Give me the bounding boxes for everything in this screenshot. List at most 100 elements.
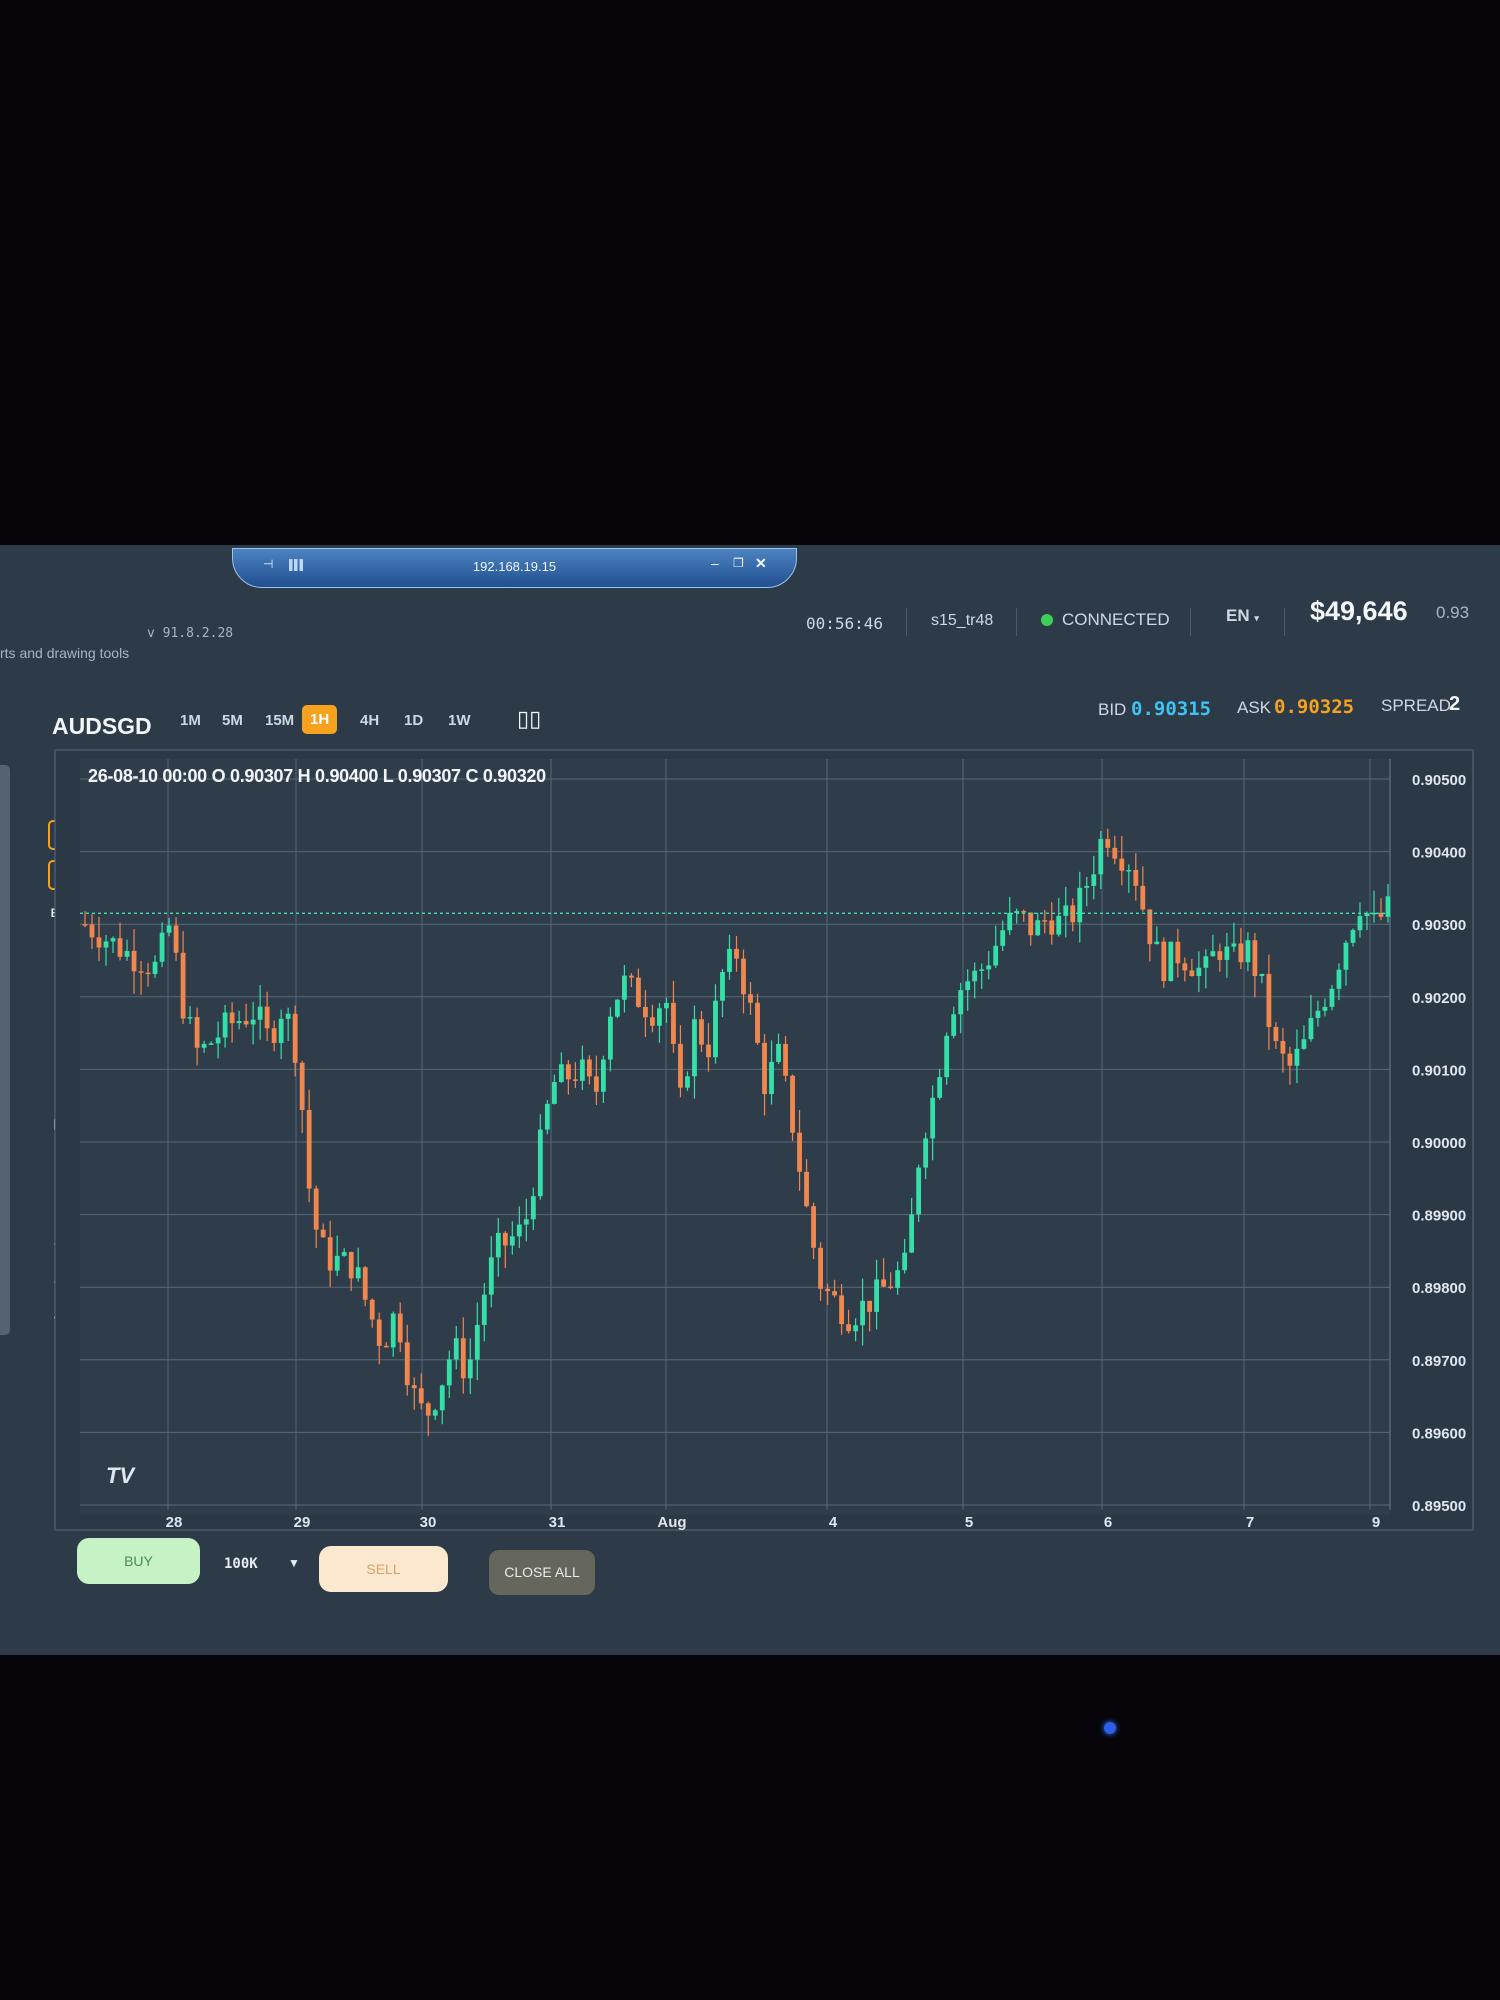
- tradingview-logo: TV: [106, 1463, 135, 1488]
- candle-body: [1112, 847, 1118, 859]
- x-tick-label: 9: [1372, 1514, 1380, 1531]
- candle-body: [1357, 916, 1363, 931]
- candle-body: [979, 969, 985, 971]
- candle-body: [769, 1061, 774, 1095]
- candle-body: [558, 1064, 564, 1083]
- candle-body: [811, 1206, 816, 1248]
- candle: [615, 999, 620, 1019]
- candle-body: [685, 1076, 690, 1088]
- candle-body: [82, 924, 88, 926]
- candle-body: [1021, 911, 1027, 913]
- plot-area: [80, 759, 1390, 1515]
- candle-body: [572, 1079, 578, 1081]
- sell-button[interactable]: SELL: [319, 1546, 448, 1592]
- candle-body: [741, 958, 746, 995]
- candle-body: [1077, 887, 1083, 923]
- candle-body: [320, 1229, 326, 1238]
- candle-body: [600, 1059, 606, 1092]
- x-tick-label: 29: [294, 1514, 311, 1531]
- candle-body: [453, 1338, 459, 1360]
- candle-body: [748, 994, 753, 1003]
- candle-body: [243, 1021, 249, 1025]
- candle-body: [173, 925, 179, 953]
- candle-body: [1350, 930, 1356, 943]
- candle-body: [593, 1076, 599, 1092]
- candle-body: [860, 1300, 865, 1326]
- candle-body: [1056, 915, 1062, 935]
- y-tick-label: 0.90100: [1412, 1062, 1466, 1079]
- price-chart[interactable]: 0.90500 0.90400 0.90300 0.90200 0.90100 0.900…: [0, 0, 1500, 2000]
- candle-body: [180, 952, 186, 1019]
- candle-body: [615, 999, 620, 1017]
- candle-body: [1252, 940, 1258, 977]
- candle-body: [972, 970, 978, 982]
- candle-body: [530, 1196, 536, 1220]
- candle-body: [1161, 941, 1167, 982]
- candle-body: [1224, 946, 1230, 960]
- candle-body: [1308, 1017, 1314, 1040]
- candle-body: [692, 1019, 697, 1077]
- candle-body: [411, 1385, 417, 1389]
- candle-body: [986, 965, 992, 970]
- candle-body: [1105, 839, 1111, 848]
- close-all-button[interactable]: CLOSE ALL: [489, 1550, 595, 1595]
- candle-body: [1014, 911, 1020, 913]
- candle-body: [1147, 909, 1153, 945]
- candle-body: [1266, 973, 1272, 1027]
- candle-body: [579, 1059, 585, 1081]
- candle-body: [425, 1403, 431, 1416]
- buy-button[interactable]: BUY: [77, 1538, 200, 1584]
- candle-body: [1301, 1039, 1307, 1049]
- candle-body: [1154, 941, 1160, 945]
- power-led-icon: [1104, 1722, 1116, 1734]
- candle-body: [264, 1006, 270, 1029]
- candle-body: [1322, 1006, 1328, 1011]
- candle-body: [699, 1019, 704, 1045]
- candle-body: [152, 961, 158, 974]
- candle-body: [1217, 951, 1223, 960]
- candle: [1168, 941, 1174, 982]
- candle-body: [460, 1338, 466, 1379]
- candle-body: [1091, 874, 1097, 886]
- candle-body: [222, 1012, 228, 1038]
- candle-body: [818, 1247, 823, 1289]
- candle-body: [1329, 988, 1335, 1007]
- candle-body: [776, 1043, 781, 1062]
- candle-body: [650, 1017, 655, 1026]
- candle-body: [1028, 912, 1034, 936]
- candle-body: [1343, 942, 1349, 970]
- candle-body: [551, 1082, 557, 1104]
- candle-body: [446, 1359, 452, 1386]
- candle-body: [1280, 1040, 1286, 1054]
- quantity-value[interactable]: 100K: [224, 1556, 258, 1572]
- candle-body: [362, 1267, 368, 1300]
- y-tick-label: 0.89500: [1412, 1498, 1466, 1515]
- candle-body: [839, 1295, 844, 1325]
- candle-body: [608, 1016, 613, 1060]
- candle-body: [124, 950, 130, 957]
- candle-body: [755, 1002, 760, 1043]
- candle-body: [159, 932, 165, 962]
- candle-body: [958, 990, 964, 1015]
- candle-body: [1189, 970, 1195, 976]
- candle-body: [488, 1257, 494, 1295]
- candle-body: [565, 1064, 571, 1080]
- x-tick-label: 4: [829, 1514, 838, 1531]
- candle-body: [586, 1059, 592, 1077]
- candle-body: [1140, 885, 1146, 910]
- x-tick-label: 5: [965, 1514, 973, 1531]
- quantity-dropdown-icon[interactable]: ▼: [288, 1556, 300, 1570]
- candle-body: [965, 981, 971, 991]
- candle-body: [1035, 920, 1041, 936]
- candle-body: [327, 1237, 333, 1271]
- candle-body: [678, 1043, 683, 1088]
- candle-body: [1336, 969, 1342, 989]
- y-tick-label: 0.89700: [1412, 1353, 1466, 1370]
- candle-body: [797, 1132, 802, 1172]
- candle-body: [1273, 1026, 1279, 1041]
- candle-body: [671, 1002, 676, 1044]
- candle-body: [874, 1279, 880, 1312]
- candle-body: [783, 1043, 788, 1076]
- candle: [916, 1164, 922, 1222]
- y-tick-label: 0.90300: [1412, 917, 1466, 934]
